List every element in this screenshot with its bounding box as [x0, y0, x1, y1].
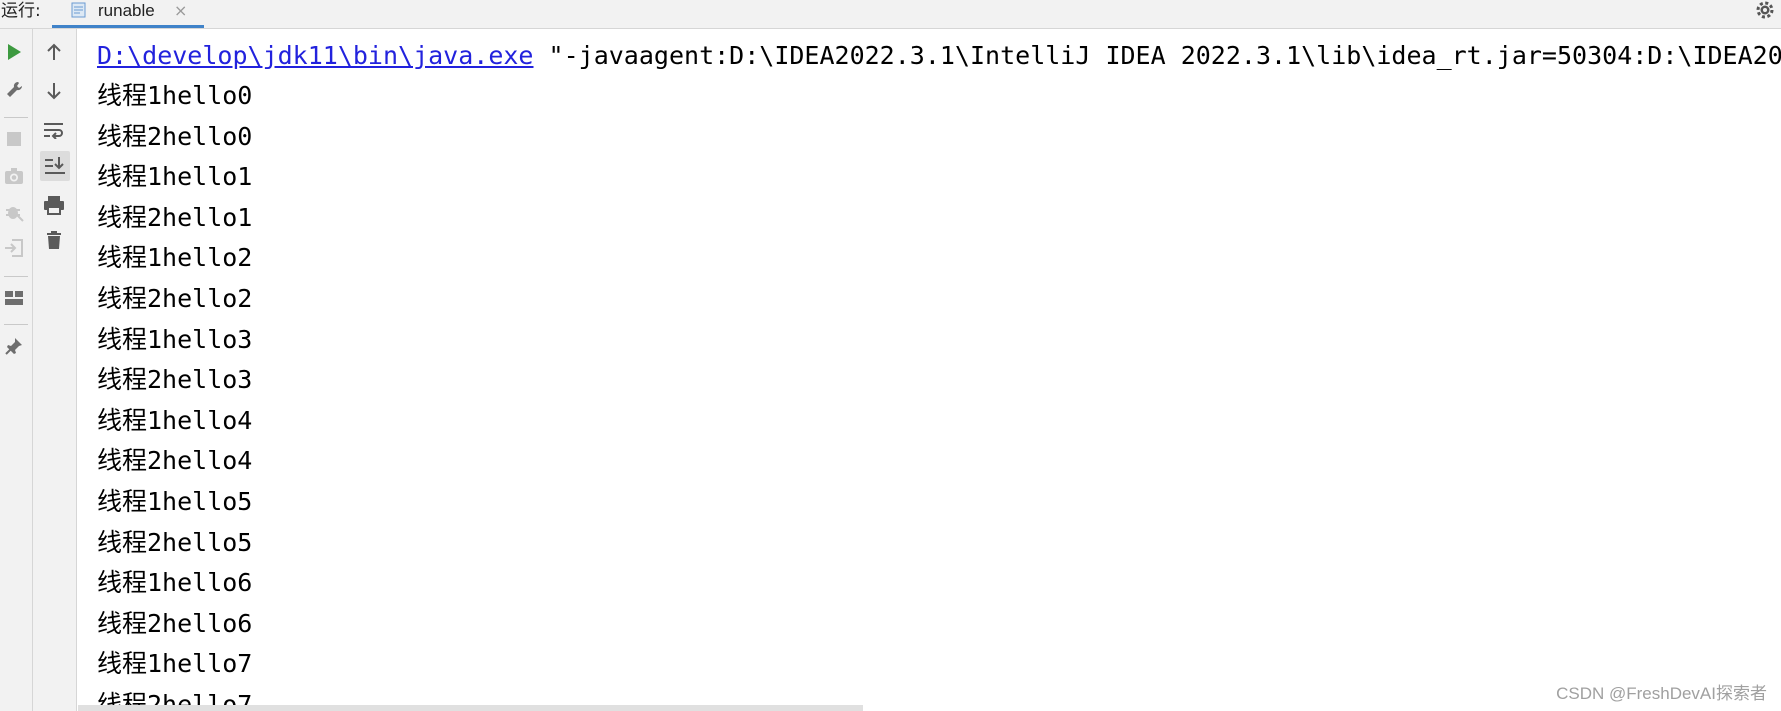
console-line: 线程2hello2 [97, 284, 253, 313]
toolbar-separator [4, 117, 28, 118]
tab-runable[interactable]: runable × [52, 0, 204, 28]
gear-icon[interactable] [1753, 0, 1777, 22]
console-line: 线程1hello6 [97, 568, 253, 598]
console-actions-toolbar [33, 29, 77, 711]
stop-icon[interactable] [0, 125, 28, 153]
console-line: 线程1hello0 [97, 81, 253, 110]
tab-label: runable [98, 1, 155, 20]
down-arrow-icon[interactable] [40, 77, 68, 105]
console-line: 线程1hello5 [97, 487, 253, 516]
console-line: 线程1hello2 [97, 243, 253, 273]
toolbar-separator [4, 324, 28, 325]
tab-close-icon[interactable]: × [174, 0, 187, 22]
console-output[interactable]: D:\develop\jdk11\bin\java.exe "-javaagen… [77, 29, 1781, 711]
pin-icon[interactable] [0, 332, 28, 360]
toolbar-separator [4, 276, 28, 277]
up-arrow-icon[interactable] [40, 38, 68, 66]
exit-icon[interactable] [0, 234, 28, 262]
console-line: 线程2hello4 [97, 446, 253, 476]
rerun-icon[interactable] [0, 38, 28, 66]
run-config-icon [71, 2, 86, 18]
camera-icon[interactable] [0, 162, 28, 190]
trash-icon[interactable] [40, 226, 68, 254]
console-line: 线程1hello1 [97, 162, 253, 192]
scroll-to-end-icon[interactable] [40, 151, 70, 181]
console-line: 线程2hello0 [97, 121, 253, 151]
print-icon[interactable] [40, 191, 68, 219]
console-line: 线程2hello5 [97, 527, 253, 557]
console-line: 线程2hello3 [97, 365, 253, 395]
console-line: 线程1hello7 [97, 649, 253, 679]
soft-wrap-icon[interactable] [40, 116, 68, 144]
debug-icon[interactable] [0, 198, 28, 226]
layout-icon[interactable] [0, 284, 28, 312]
command-args: "-javaagent:D:\IDEA2022.3.1\IntelliJ IDE… [533, 41, 1781, 70]
console-line: 线程2hello6 [97, 608, 253, 638]
horizontal-scrollbar[interactable] [78, 705, 863, 711]
run-actions-toolbar [0, 29, 33, 711]
wrench-icon[interactable] [0, 76, 28, 104]
console-line: 线程2hello1 [97, 202, 253, 232]
run-tool-window-header: 运行: runable × [0, 0, 1781, 29]
command-line: D:\develop\jdk11\bin\java.exe "-javaagen… [97, 36, 1781, 76]
console-line: 线程1hello3 [97, 324, 253, 354]
watermark: CSDN @FreshDevAI探索者 [1556, 684, 1767, 703]
run-label: 运行: [1, 1, 41, 21]
console-line: 线程1hello4 [97, 405, 253, 435]
java-exe-link[interactable]: D:\develop\jdk11\bin\java.exe [97, 41, 534, 70]
